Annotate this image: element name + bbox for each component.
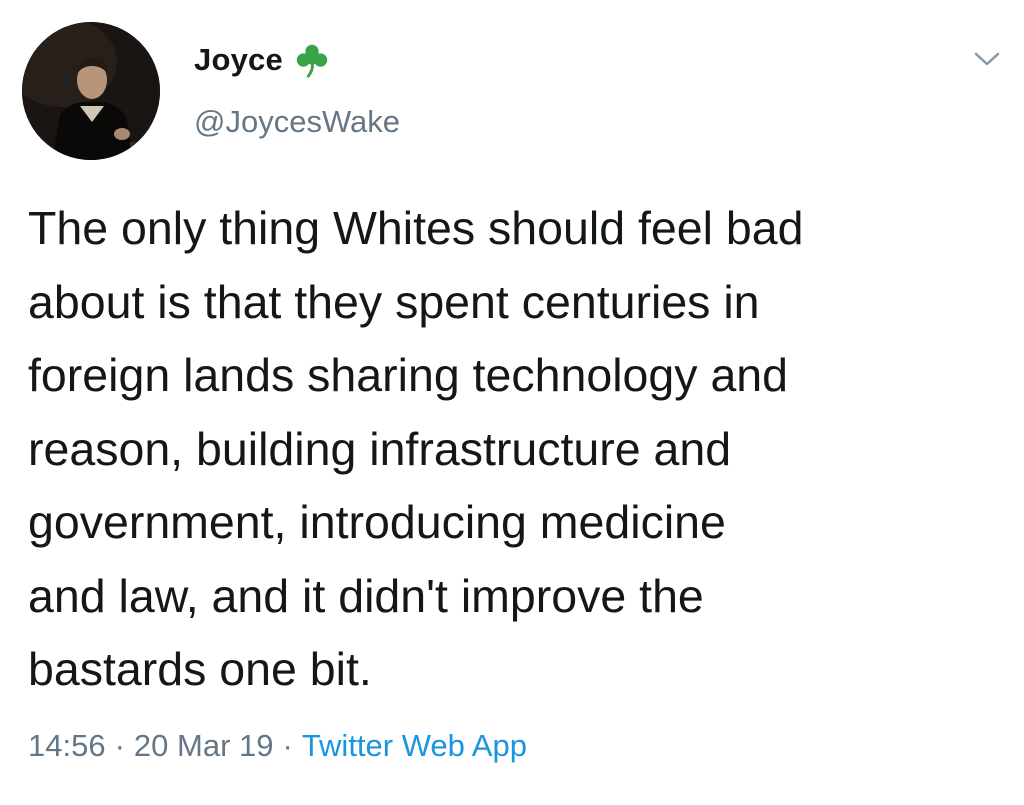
author-handle[interactable]: @JoycesWake [194,104,400,140]
tweet-metadata: 14:56 · 20 Mar 19 · Twitter Web App [28,728,527,764]
tweet-time[interactable]: 14:56 [28,728,106,764]
shamrock-icon [296,44,328,78]
display-name[interactable]: Joyce [194,42,283,78]
meta-separator: · [282,728,293,763]
portrait-avatar-image [22,22,160,160]
tweet-text: The only thing Whites should feel bad ab… [28,202,804,695]
author-name-row: Joyce [194,40,331,80]
author-avatar[interactable] [22,22,160,160]
chevron-down-icon[interactable] [972,48,1002,70]
tweet-card: Joyce @JoycesWake The only thing Whites … [0,0,1024,805]
tweet-date[interactable]: 20 Mar 19 [134,728,274,764]
tweet-source-link[interactable]: Twitter Web App [302,728,527,764]
meta-separator: · [114,728,125,763]
